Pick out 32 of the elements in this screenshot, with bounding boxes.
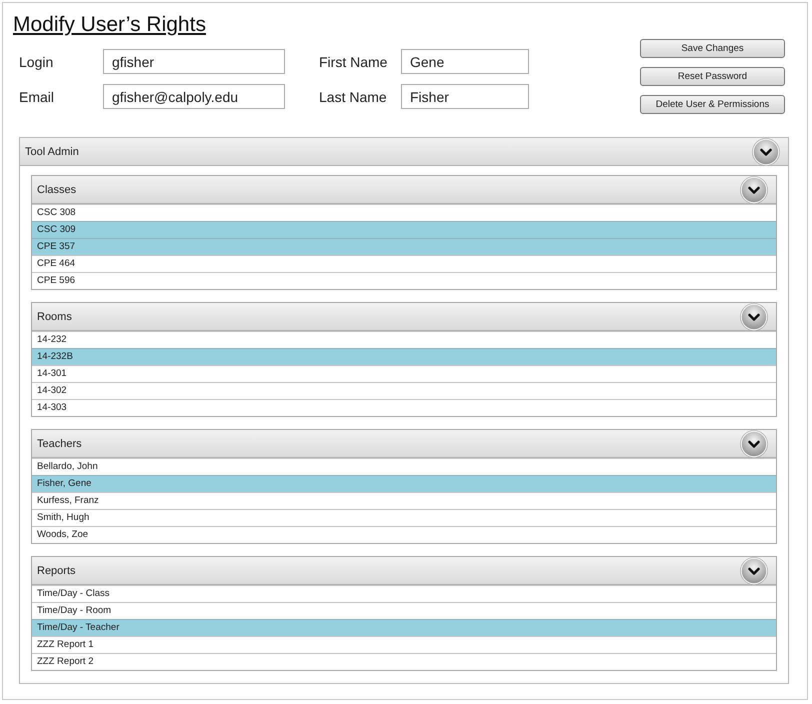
panel-title: Tool Admin: [25, 146, 79, 158]
field-label: Email: [19, 88, 56, 104]
field-label: Login: [19, 54, 54, 70]
chevron-icon[interactable]: [740, 556, 768, 584]
action-button[interactable]: Reset Password: [640, 67, 785, 86]
page-title: Modify User’s Rights: [13, 13, 207, 37]
action-button[interactable]: Save Changes: [640, 39, 785, 58]
input-field[interactable]: Fisher: [401, 84, 529, 109]
chevron-icon[interactable]: [752, 138, 780, 166]
list-item[interactable]: 14-232B: [32, 348, 776, 365]
section-header[interactable]: Rooms: [32, 303, 776, 331]
section-title: Reports: [37, 564, 76, 576]
section-header[interactable]: Reports: [32, 557, 776, 585]
action-button[interactable]: Delete User & Permissions: [640, 95, 785, 114]
chevron-icon[interactable]: [740, 302, 768, 330]
field-label: First Name: [319, 54, 388, 70]
section-title: Rooms: [37, 310, 72, 322]
chevron-icon[interactable]: [740, 176, 768, 204]
list-item[interactable]: CSC 309: [32, 221, 776, 238]
chevron-icon[interactable]: [740, 430, 768, 458]
list-item[interactable]: CPE 357: [32, 238, 776, 255]
section-header[interactable]: Teachers: [32, 430, 776, 458]
section-title: Teachers: [37, 438, 82, 450]
input-field[interactable]: Gene: [401, 49, 529, 74]
panel-header[interactable]: Tool Admin: [20, 138, 788, 166]
list-item[interactable]: Fisher, Gene: [32, 475, 776, 492]
field-label: Last Name: [319, 88, 388, 104]
section-header[interactable]: Classes: [32, 176, 776, 204]
list-item[interactable]: Time/Day - Teacher: [32, 619, 776, 636]
input-field[interactable]: gfisher: [103, 49, 285, 74]
input-field[interactable]: gfisher@calpoly.edu: [103, 84, 285, 109]
section-title: Classes: [37, 184, 76, 196]
